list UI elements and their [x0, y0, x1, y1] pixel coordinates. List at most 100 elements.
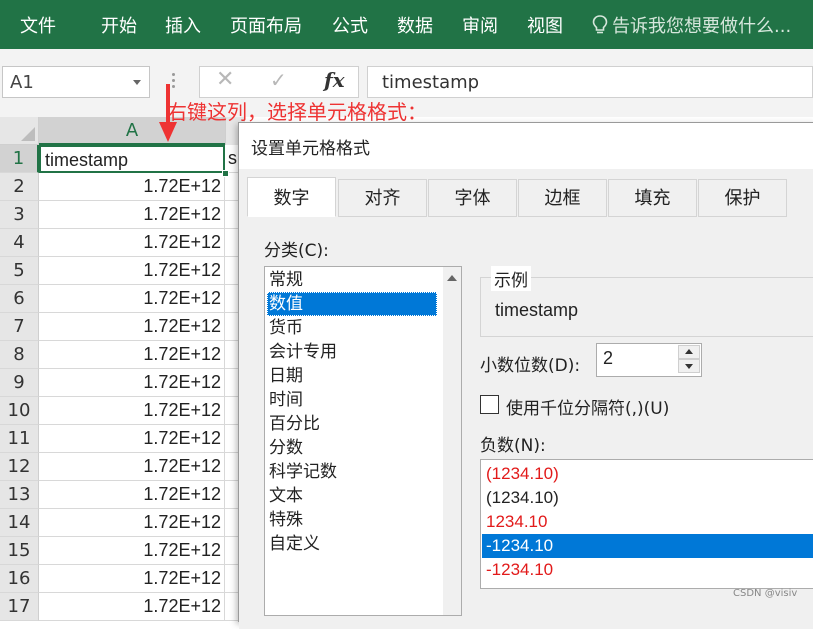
thousands-separator-checkbox[interactable] [480, 395, 499, 414]
tab-view[interactable]: 视图 [527, 12, 563, 38]
tab-number[interactable]: 数字 [247, 177, 336, 217]
negative-numbers-list[interactable]: (1234.10) (1234.10) 1234.10 -1234.10 -12… [480, 459, 813, 589]
category-item[interactable]: 会计专用 [267, 340, 437, 364]
negative-numbers-label: 负数(N): [480, 436, 546, 456]
category-item[interactable]: 分数 [267, 436, 437, 460]
formula-value: timestamp [382, 72, 480, 93]
row-header[interactable]: 5 [0, 257, 39, 285]
cell[interactable]: 1.72E+12 [39, 425, 225, 453]
category-list[interactable]: 常规 数值 货币 会计专用 日期 时间 百分比 分数 科学记数 文本 特殊 自定义 [264, 266, 462, 616]
category-item[interactable]: 日期 [267, 364, 437, 388]
row-header[interactable]: 4 [0, 229, 39, 257]
row-header[interactable]: 14 [0, 509, 39, 537]
tell-me-search[interactable]: 告诉我您想要做什么... [592, 12, 791, 38]
cell[interactable]: 1.72E+12 [39, 481, 225, 509]
negative-option[interactable]: (1234.10) [482, 462, 813, 486]
tab-home[interactable]: 开始 [101, 12, 137, 38]
cell[interactable]: 1.72E+12 [39, 369, 225, 397]
cell[interactable]: 1.72E+12 [39, 537, 225, 565]
cell[interactable]: 1.72E+12 [39, 453, 225, 481]
formula-input[interactable]: timestamp [367, 66, 813, 98]
row-header[interactable]: 8 [0, 341, 39, 369]
lightbulb-icon [592, 15, 608, 34]
tab-border[interactable]: 边框 [518, 179, 607, 217]
cell[interactable]: 1.72E+12 [39, 593, 225, 621]
category-item[interactable]: 自定义 [267, 532, 437, 556]
row-header[interactable]: 16 [0, 565, 39, 593]
category-item[interactable]: 文本 [267, 484, 437, 508]
row-header[interactable]: 6 [0, 285, 39, 313]
cell[interactable]: 1.72E+12 [39, 565, 225, 593]
cell[interactable]: 1.72E+12 [39, 285, 225, 313]
cell[interactable]: 1.72E+12 [39, 229, 225, 257]
cell-a1[interactable]: timestamp [39, 145, 225, 173]
category-scrollbar[interactable] [443, 267, 461, 615]
cell[interactable]: 1.72E+12 [39, 257, 225, 285]
category-item[interactable]: 货币 [267, 316, 437, 340]
category-label: 分类(C): [264, 241, 329, 261]
formula-buttons: ✕ ✓ fx [199, 66, 359, 98]
tab-protection[interactable]: 保护 [698, 179, 787, 217]
insert-function-icon[interactable]: fx [324, 68, 345, 92]
cell[interactable]: 1.72E+12 [39, 341, 225, 369]
row-header[interactable]: 13 [0, 481, 39, 509]
category-item-selected[interactable]: 数值 [267, 292, 437, 316]
name-box-value: A1 [10, 72, 34, 93]
category-item[interactable]: 时间 [267, 388, 437, 412]
row-header[interactable]: 9 [0, 369, 39, 397]
tab-fill[interactable]: 填充 [608, 179, 697, 217]
tab-alignment[interactable]: 对齐 [338, 179, 427, 217]
cell[interactable]: 1.72E+12 [39, 201, 225, 229]
annotation-text: 右键这列，选择单元格格式： [167, 100, 427, 124]
row-header[interactable]: 12 [0, 453, 39, 481]
row-header[interactable]: 1 [0, 145, 39, 173]
watermark: CSDN @visiv [733, 588, 798, 599]
spin-up-icon[interactable] [678, 345, 700, 359]
category-item[interactable]: 常规 [267, 268, 437, 292]
row-header[interactable]: 15 [0, 537, 39, 565]
name-box[interactable]: A1 [2, 66, 150, 98]
tell-me-text: 告诉我您想要做什么... [612, 16, 792, 37]
row-header[interactable]: 17 [0, 593, 39, 621]
negative-option[interactable]: 1234.10 [482, 510, 813, 534]
negative-option[interactable]: (1234.10) [482, 486, 813, 510]
sample-value: timestamp [495, 300, 579, 320]
ribbon: 文件 开始 插入 页面布局 公式 数据 审阅 视图 告诉我您想要做什么... [0, 0, 813, 49]
tab-page-layout[interactable]: 页面布局 [230, 12, 302, 38]
negative-option-selected[interactable]: -1234.10 [482, 534, 813, 558]
decimal-places-label: 小数位数(D): [480, 356, 581, 376]
tab-data[interactable]: 数据 [397, 12, 433, 38]
category-item[interactable]: 科学记数 [267, 460, 437, 484]
decimal-places-value[interactable]: 2 [603, 348, 613, 369]
tab-insert[interactable]: 插入 [165, 12, 201, 38]
category-item[interactable]: 特殊 [267, 508, 437, 532]
sample-label: 示例 [491, 266, 531, 291]
row-header[interactable]: 2 [0, 173, 39, 201]
cell[interactable]: 1.72E+12 [39, 397, 225, 425]
row-header[interactable]: 7 [0, 313, 39, 341]
spin-down-icon[interactable] [678, 359, 700, 373]
scroll-up-icon[interactable] [447, 275, 457, 281]
fill-handle[interactable] [222, 170, 229, 177]
cancel-icon[interactable]: ✕ [216, 67, 234, 92]
cell[interactable]: 1.72E+12 [39, 173, 225, 201]
row-header[interactable]: 10 [0, 397, 39, 425]
chevron-down-icon[interactable] [133, 80, 141, 85]
cell[interactable]: 1.72E+12 [39, 313, 225, 341]
select-all-corner[interactable] [0, 117, 39, 145]
row-header[interactable]: 3 [0, 201, 39, 229]
row-header[interactable]: 11 [0, 425, 39, 453]
sample-group: 示例 timestamp [480, 266, 813, 337]
tab-review[interactable]: 审阅 [462, 12, 498, 38]
format-cells-dialog: 设置单元格格式 数字 对齐 字体 边框 填充 保护 分类(C): 常规 数值 货币会… [238, 122, 813, 629]
cell[interactable]: 1.72E+12 [39, 509, 225, 537]
tab-font[interactable]: 字体 [428, 179, 517, 217]
category-item[interactable]: 百分比 [267, 412, 437, 436]
dialog-title: 设置单元格格式 [251, 139, 370, 159]
thousands-separator-label[interactable]: 使用千位分隔符(,)(U) [506, 394, 669, 419]
check-icon[interactable]: ✓ [270, 68, 287, 92]
negative-option[interactable]: -1234.10 [482, 558, 813, 582]
decimal-places-spinner[interactable]: 2 [596, 343, 702, 377]
tab-file[interactable]: 文件 [20, 12, 56, 38]
tab-formulas[interactable]: 公式 [332, 12, 368, 38]
